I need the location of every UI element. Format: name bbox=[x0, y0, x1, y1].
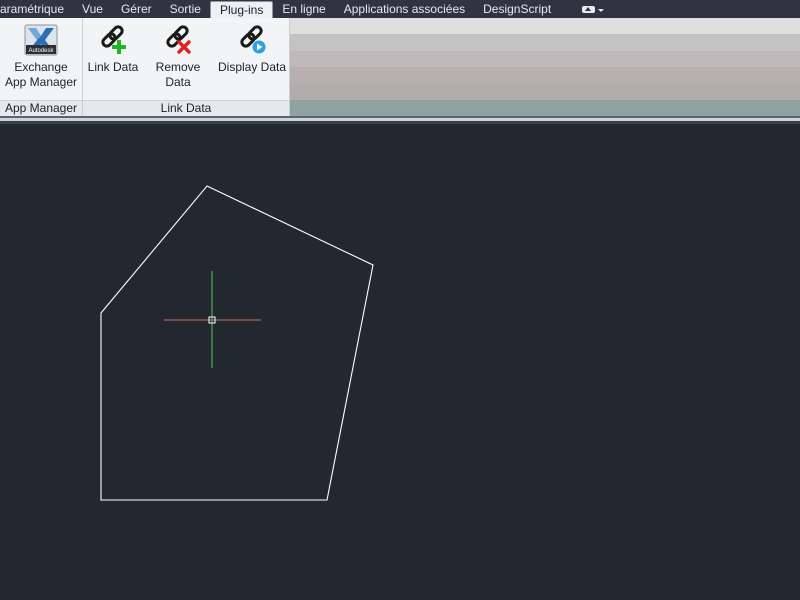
link-data-panel: Link Data Remove Data Display Data Link … bbox=[83, 18, 290, 116]
autodesk-exchange-icon: Autodesk bbox=[24, 22, 58, 58]
minimize-panel-icon bbox=[582, 6, 596, 13]
tab-plug-ins[interactable]: Plug-ins bbox=[209, 1, 274, 18]
tab-parametrique[interactable]: aramétrique bbox=[0, 1, 73, 18]
link-data-panel-title: Link Data bbox=[83, 100, 289, 116]
app-manager-panel: Autodesk Exchange App Manager App Manage… bbox=[0, 18, 83, 116]
link-remove-icon bbox=[161, 22, 195, 58]
tab-sortie[interactable]: Sortie bbox=[161, 1, 210, 18]
tab-gerer[interactable]: Gérer bbox=[112, 1, 161, 18]
link-display-icon bbox=[235, 22, 269, 58]
crosshair-cursor bbox=[164, 271, 261, 368]
remove-data-label: Remove Data bbox=[155, 60, 201, 89]
tab-applications-associees[interactable]: Applications associées bbox=[335, 1, 474, 18]
pentagon-polyline[interactable] bbox=[100, 185, 374, 501]
ribbon-minimize-button[interactable] bbox=[582, 1, 605, 18]
remove-data-button[interactable]: Remove Data bbox=[143, 22, 213, 90]
chevron-down-icon bbox=[598, 8, 605, 12]
link-add-icon bbox=[96, 22, 130, 58]
autodesk-badge-text: Autodesk bbox=[28, 48, 54, 54]
app-manager-panel-title: App Manager bbox=[0, 100, 82, 116]
ribbon-empty-area bbox=[290, 18, 800, 116]
ribbon-tab-bar: aramétrique Vue Gérer Sortie Plug-ins En… bbox=[0, 0, 800, 18]
exchange-label: Exchange bbox=[14, 60, 68, 74]
tab-vue[interactable]: Vue bbox=[73, 1, 112, 18]
display-data-label: Display Data bbox=[217, 60, 287, 74]
tab-designscript[interactable]: DesignScript bbox=[474, 1, 560, 18]
app-manager-label: App Manager bbox=[4, 75, 78, 89]
link-data-label: Link Data bbox=[87, 60, 139, 74]
tab-en-ligne[interactable]: En ligne bbox=[273, 1, 334, 18]
drawing-canvas[interactable] bbox=[0, 124, 800, 600]
link-data-button[interactable]: Link Data bbox=[85, 22, 141, 75]
display-data-button[interactable]: Display Data bbox=[217, 22, 287, 75]
ribbon: Autodesk Exchange App Manager App Manage… bbox=[0, 18, 800, 116]
exchange-app-manager-button[interactable]: Autodesk Exchange App Manager bbox=[0, 22, 82, 90]
